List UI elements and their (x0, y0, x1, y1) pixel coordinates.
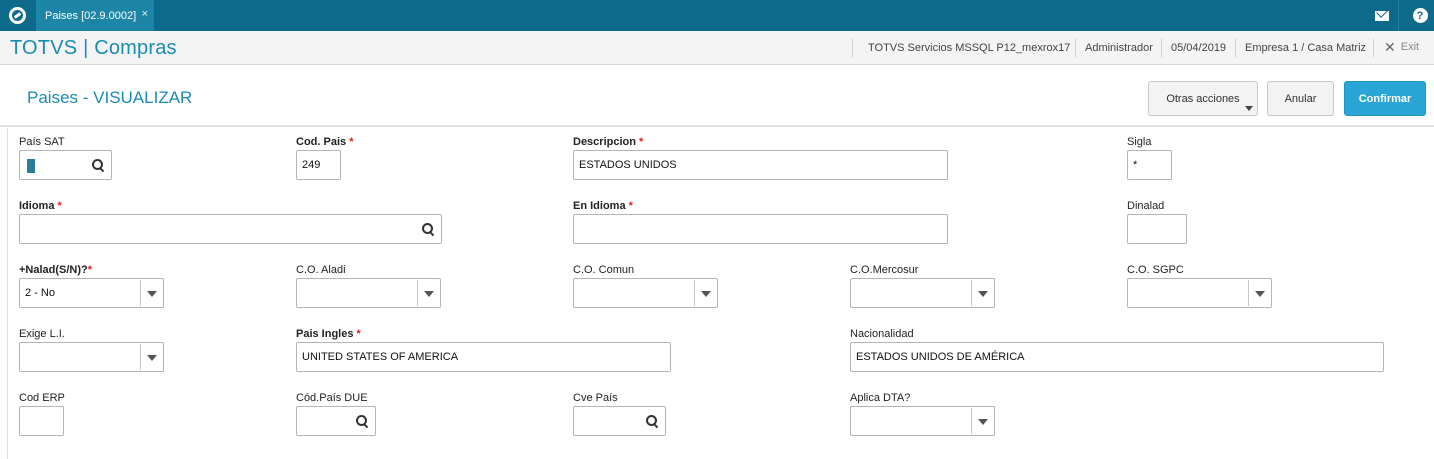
idioma-label: Idioma * (19, 200, 62, 212)
chevron-down-icon[interactable] (147, 355, 157, 361)
search-icon[interactable] (646, 415, 658, 427)
co-comun-label: C.O. Comun (573, 264, 635, 276)
cod-pais-label: Cod. Pais * (296, 136, 354, 148)
chevron-down-icon[interactable] (147, 291, 157, 297)
user-label: Administrador (1085, 42, 1153, 54)
tab-paises[interactable]: Paises [02.9.0002] × (36, 0, 154, 31)
idioma-input[interactable] (19, 214, 442, 244)
descripcion-label: Descripcion * (573, 136, 644, 148)
exit-label: Exit (1400, 41, 1420, 53)
text-cursor (27, 159, 35, 173)
en-idioma-input[interactable] (573, 214, 948, 244)
dinalad-input[interactable] (1127, 214, 1187, 244)
en-idioma-label: En Idioma * (573, 200, 633, 212)
pais-sat-input[interactable] (19, 150, 112, 180)
mail-icon[interactable] (1364, 0, 1400, 31)
environment-label: TOTVS Servicios MSSQL P12_mexrox17 (868, 42, 1071, 54)
co-comun-select[interactable] (573, 278, 718, 308)
chevron-down-icon[interactable] (978, 419, 988, 425)
co-mercosur-label: C.O.Mercosur (850, 264, 919, 276)
cancel-label: Anular (1284, 92, 1317, 105)
aplica-dta-select[interactable] (850, 406, 995, 436)
exit-button[interactable]: ✕ Exit (1384, 40, 1419, 54)
co-sgpc-label: C.O. SGPC (1127, 264, 1184, 276)
co-mercosur-select[interactable] (850, 278, 995, 308)
tab-label: Paises [02.9.0002] (45, 9, 137, 22)
chevron-down-icon[interactable] (701, 291, 711, 297)
cod-erp-input[interactable] (19, 406, 64, 436)
totvs-logo-icon[interactable] (0, 0, 34, 31)
tab-close-icon[interactable]: × (142, 8, 148, 20)
chevron-down-icon (1245, 106, 1253, 111)
cod-erp-label: Cod ERP (19, 392, 65, 404)
search-icon[interactable] (422, 223, 434, 235)
help-icon[interactable]: ? (1402, 0, 1434, 31)
exige-li-label: Exige L.I. (19, 328, 65, 340)
search-icon[interactable] (92, 159, 104, 171)
cod-pais-due-input[interactable] (296, 406, 376, 436)
app-header: TOTVS | Compras TOTVS Servicios MSSQL P1… (0, 31, 1434, 65)
aplica-dta-label: Aplica DTA? (850, 392, 911, 404)
close-icon: ✕ (1384, 39, 1396, 55)
nacionalidad-label: Nacionalidad (850, 328, 914, 340)
header-divider (1075, 39, 1076, 57)
pais-ingles-input[interactable]: UNITED STATES OF AMERICA (296, 342, 671, 372)
cancel-button[interactable]: Anular (1267, 81, 1334, 116)
confirm-button[interactable]: Confirmar (1344, 81, 1426, 116)
page-title: Paises - VISUALIZAR (27, 88, 193, 107)
sigla-label: Sigla (1127, 136, 1152, 148)
header-divider (852, 39, 853, 57)
nacionalidad-input[interactable]: ESTADOS UNIDOS DE AMÉRICA (850, 342, 1384, 372)
date-label: 05/04/2019 (1171, 42, 1227, 54)
company-label: Empresa 1 / Casa Matriz (1245, 42, 1367, 54)
header-divider (1373, 39, 1374, 57)
co-aladi-select[interactable] (296, 278, 441, 308)
dinalad-label: Dinalad (1127, 200, 1165, 212)
cve-pais-input[interactable] (573, 406, 666, 436)
co-aladi-label: C.O. Aladi (296, 264, 346, 276)
confirm-label: Confirmar (1358, 92, 1412, 105)
header-divider (1235, 39, 1236, 57)
chevron-down-icon[interactable] (978, 291, 988, 297)
nalad-label: +Nalad(S/N)?* (19, 264, 93, 276)
cod-pais-due-label: Cód.País DUE (296, 392, 368, 404)
header-divider (1161, 39, 1162, 57)
cve-pais-label: Cve País (573, 392, 618, 404)
exige-li-select[interactable] (19, 342, 164, 372)
search-icon[interactable] (356, 415, 368, 427)
more-actions-label: Otras acciones (1166, 92, 1240, 105)
form-header: Paises - VISUALIZAR Otras acciones Anula… (0, 65, 1434, 127)
sigla-input[interactable]: * (1127, 150, 1172, 180)
co-sgpc-select[interactable] (1127, 278, 1272, 308)
chevron-down-icon[interactable] (1255, 291, 1265, 297)
pais-ingles-label: Pais Ingles * (296, 328, 361, 340)
more-actions-button[interactable]: Otras acciones (1148, 81, 1258, 116)
top-bar: Paises [02.9.0002] × ? (0, 0, 1434, 31)
cod-pais-input[interactable]: 249 (296, 150, 341, 180)
app-title: TOTVS | Compras (10, 37, 177, 59)
nalad-select[interactable]: 2 - No (19, 278, 164, 308)
chevron-down-icon[interactable] (424, 291, 434, 297)
topbar-divider (1398, 0, 1399, 31)
descripcion-input[interactable]: ESTADOS UNIDOS (573, 150, 948, 180)
pais-sat-label: País SAT (19, 136, 65, 148)
